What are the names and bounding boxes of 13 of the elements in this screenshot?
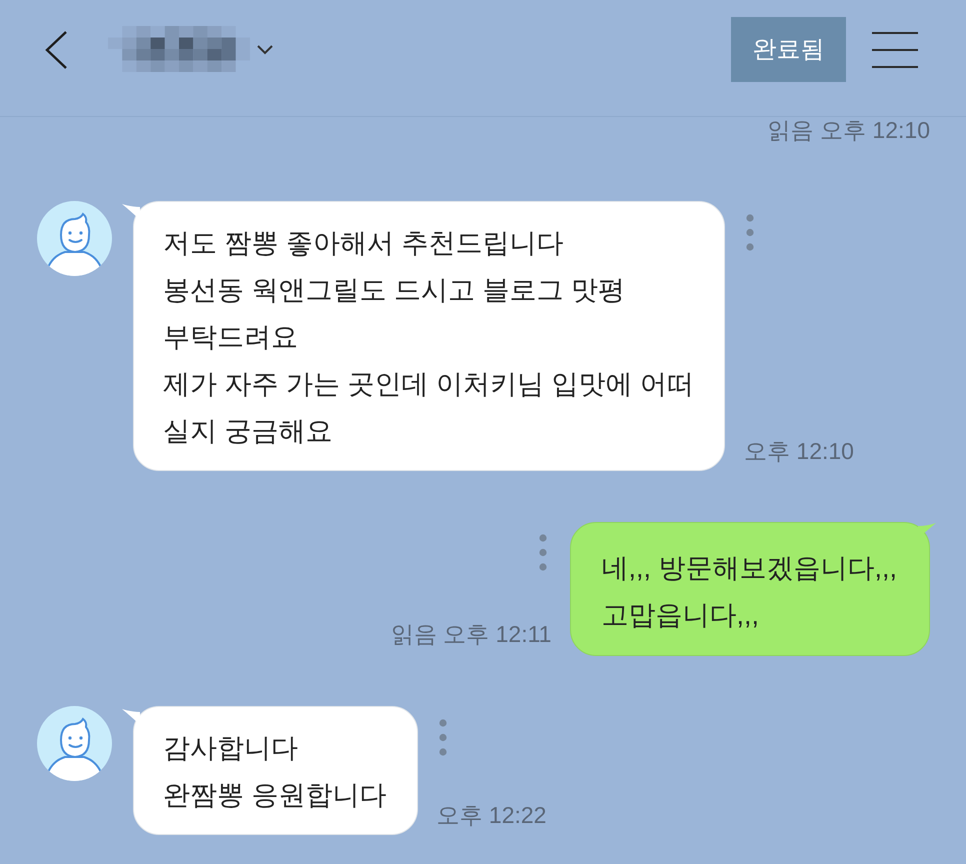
message-time: 오후 12:10 <box>744 437 854 465</box>
back-icon[interactable] <box>44 30 68 68</box>
message-text: 네,,, 방문해보겠읍니다,,, 고맙읍니다,,, <box>601 552 897 632</box>
message-time: 읽음 오후 12:11 <box>390 620 552 648</box>
message-text: 감사합니다 완짬뽕 응원합니다 <box>163 732 387 812</box>
avatar-icon <box>37 201 112 276</box>
message-time: 읽음 오후 12:10 <box>768 117 930 143</box>
completed-button[interactable]: 완료됨 <box>731 17 846 82</box>
menu-icon[interactable] <box>872 32 918 68</box>
avatar-icon <box>37 706 112 781</box>
caret-down-icon[interactable] <box>255 44 275 56</box>
message-text: 저도 짬뽕 좋아해서 추천드립니다 봉선동 웍앤그릴도 드시고 블로그 맛평 부탁드려요 제가 자주 가는 곳인데 이처키님 입맛에 어떠 실지 궁금해요 <box>163 227 694 448</box>
message-time: 오후 12:22 <box>436 801 546 829</box>
